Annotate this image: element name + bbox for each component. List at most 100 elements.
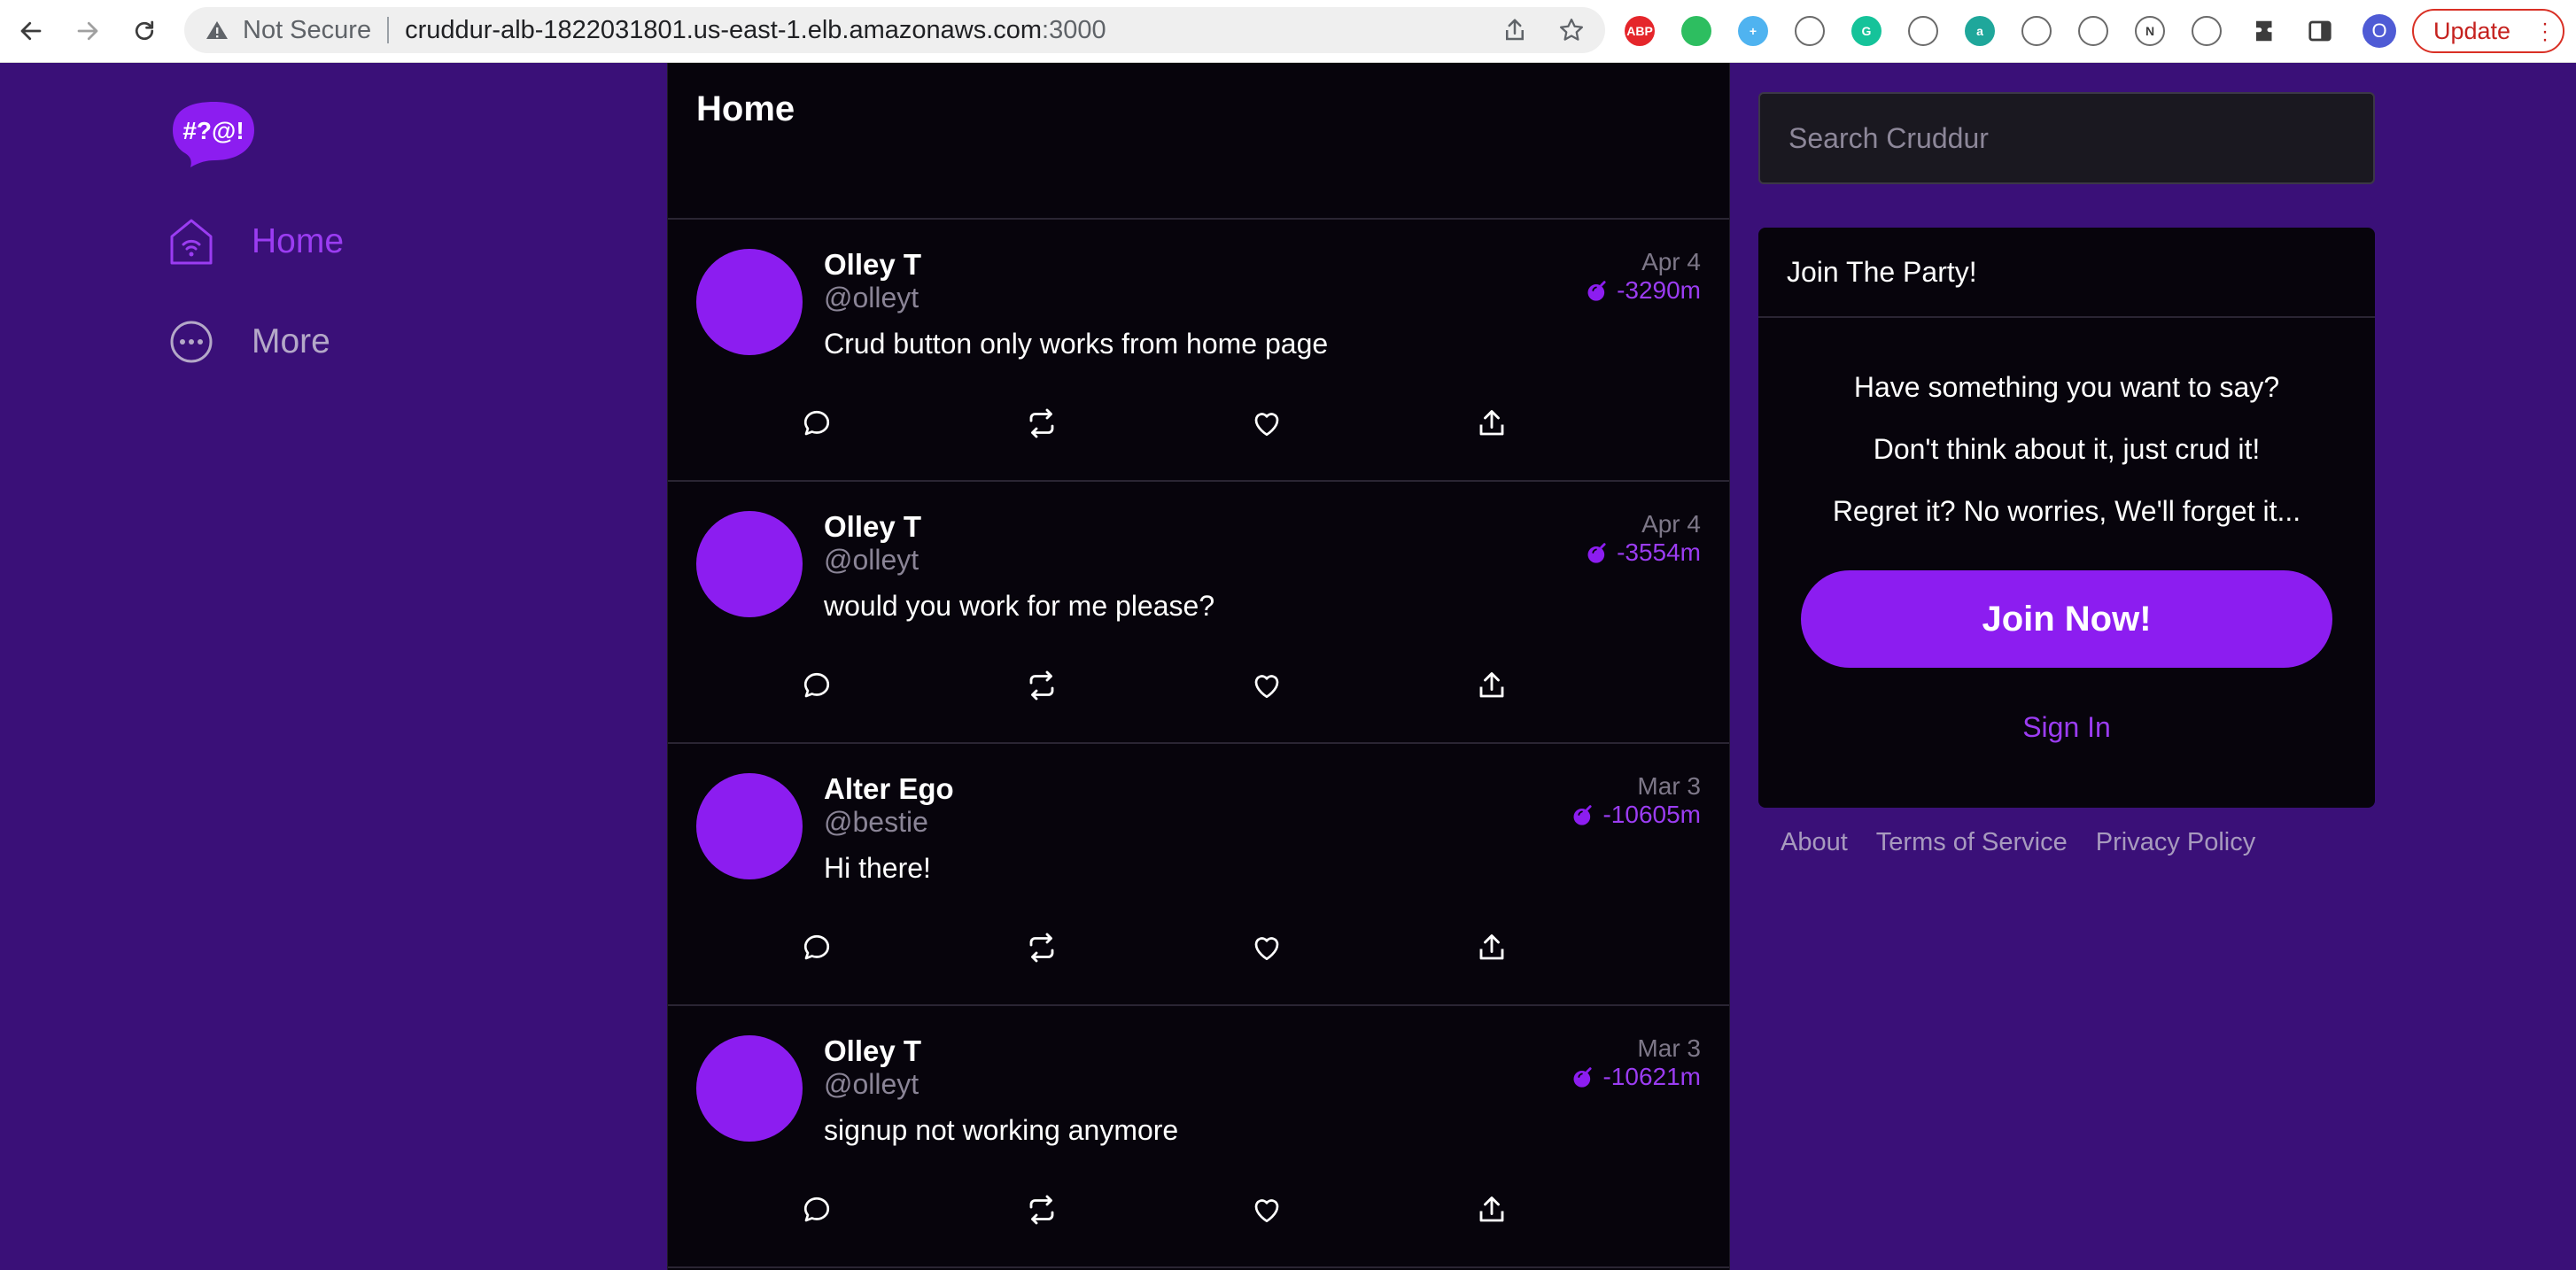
share-button[interactable]	[1474, 930, 1509, 965]
profile-avatar[interactable]: O	[2363, 14, 2396, 48]
share-icon	[1476, 932, 1508, 964]
reply-button[interactable]	[799, 406, 834, 441]
side-panel-icon[interactable]	[2305, 16, 2335, 46]
avatar[interactable]	[696, 249, 803, 355]
notion-icon[interactable]: N	[2135, 16, 2165, 46]
post-author-handle[interactable]: @olleyt	[824, 282, 919, 314]
post-date: Apr 4	[1641, 510, 1701, 538]
like-button[interactable]	[1249, 1192, 1284, 1227]
repost-button[interactable]	[1024, 1192, 1059, 1227]
join-now-button[interactable]: Join Now!	[1801, 570, 2332, 668]
amazon-assistant-icon[interactable]: a	[1965, 16, 1995, 46]
share-button[interactable]	[1474, 1192, 1509, 1227]
privacy-policy-link[interactable]: Privacy Policy	[2096, 828, 2256, 857]
repost-button[interactable]	[1024, 668, 1059, 703]
printer-icon[interactable]	[2021, 16, 2052, 46]
grammarly-icon[interactable]: G	[1851, 16, 1882, 46]
sidebar-item-home[interactable]: Home	[168, 211, 344, 273]
send-icon[interactable]	[2192, 16, 2222, 46]
post-expiry: -10621m	[1571, 1063, 1701, 1091]
post-author-name[interactable]: Alter Ego	[824, 772, 954, 806]
reload-icon	[135, 20, 154, 41]
back-button[interactable]	[12, 12, 50, 50]
join-party-title: Join The Party!	[1758, 228, 2375, 318]
not-secure-label[interactable]: Not Secure	[243, 16, 371, 45]
sign-in-link[interactable]: Sign In	[1758, 711, 2375, 744]
post-author-name[interactable]: Olley T	[824, 248, 921, 282]
post-author-handle[interactable]: @olleyt	[824, 1068, 919, 1101]
footer-links: About Terms of Service Privacy Policy	[1781, 828, 2284, 857]
like-icon	[1251, 670, 1283, 701]
join-party-card: Join The Party! Have something you want …	[1758, 228, 2375, 808]
logo-text: #?@!	[182, 117, 244, 144]
post-author-handle[interactable]: @bestie	[824, 806, 928, 839]
post-item[interactable]: Olley T @olleyt Crud button only works fro…	[668, 220, 1729, 482]
join-party-line: Have something you want to say?	[1853, 371, 2280, 403]
puzzle-extensions-icon[interactable]	[2250, 16, 2280, 46]
cruddur-logo[interactable]: #?@!	[171, 98, 256, 169]
about-link[interactable]: About	[1781, 828, 1848, 857]
arrow-right-icon	[77, 21, 98, 41]
sidebar-item-more[interactable]: More	[168, 311, 330, 373]
post-item[interactable]: Alter Ego @bestie Hi there! Mar 3 -10605m	[668, 744, 1729, 1006]
repost-icon	[1026, 670, 1058, 701]
avatar[interactable]	[696, 1035, 803, 1142]
post-date: Mar 3	[1637, 1034, 1701, 1062]
like-icon	[1251, 407, 1283, 439]
browser-chrome: Not Secure cruddur-alb-1822031801.us-eas…	[0, 0, 2576, 63]
share-icon	[1476, 1194, 1508, 1226]
join-party-line: Don't think about it, just crud it!	[1873, 433, 2261, 465]
evernote-icon[interactable]	[1681, 16, 1711, 46]
sidebar-item-label: More	[252, 322, 330, 360]
adblock-plus-icon[interactable]: ABP	[1625, 16, 1655, 46]
update-button[interactable]: Update · · ·	[2412, 9, 2564, 53]
share-button[interactable]	[1474, 406, 1509, 441]
repost-icon	[1026, 407, 1058, 439]
aperture-icon[interactable]	[2078, 16, 2108, 46]
like-button[interactable]	[1249, 668, 1284, 703]
reply-icon	[801, 670, 833, 701]
like-button[interactable]	[1249, 930, 1284, 965]
terms-of-service-link[interactable]: Terms of Service	[1876, 828, 2068, 857]
like-button[interactable]	[1249, 406, 1284, 441]
avatar[interactable]	[696, 511, 803, 617]
plus-extension-icon[interactable]: +	[1738, 16, 1768, 46]
post-expiry-value: -3554m	[1617, 538, 1701, 566]
forward-button[interactable]	[69, 12, 106, 50]
address-bar[interactable]: Not Secure cruddur-alb-1822031801.us-eas…	[184, 7, 1605, 53]
url-host: cruddur-alb-1822031801.us-east-1.elb.ama…	[405, 15, 1043, 44]
post-list: Olley T @olleyt Crud button only works fro…	[668, 220, 1729, 1268]
like-icon	[1251, 1194, 1283, 1226]
post-message: would you work for me please?	[824, 590, 1215, 622]
post-author-name[interactable]: Olley T	[824, 510, 921, 544]
post-author-name[interactable]: Olley T	[824, 1034, 921, 1068]
reply-icon	[801, 932, 833, 964]
share-button[interactable]	[1474, 668, 1509, 703]
home-icon	[170, 219, 213, 265]
bookmark-star-icon[interactable]	[1557, 16, 1586, 44]
post-expiry-value: -3290m	[1617, 276, 1701, 304]
repost-button[interactable]	[1024, 930, 1059, 965]
update-label: Update	[2433, 17, 2511, 44]
post-expiry: -3554m	[1585, 538, 1701, 567]
home-feed: Home Olley T @olleyt Crud button only work…	[667, 63, 1730, 1270]
sidebar-item-label: Home	[252, 222, 345, 260]
avatar[interactable]	[696, 773, 803, 879]
reply-icon	[801, 407, 833, 439]
search-field[interactable]	[1758, 92, 2375, 184]
reply-button[interactable]	[799, 1192, 834, 1227]
bomb-icon	[1585, 540, 1617, 565]
post-author-handle[interactable]: @olleyt	[824, 544, 919, 577]
post-item[interactable]: Olley T @olleyt signup not working anymore…	[668, 1006, 1729, 1268]
reply-button[interactable]	[799, 930, 834, 965]
reply-button[interactable]	[799, 668, 834, 703]
more-circle-icon	[170, 321, 213, 363]
quill-icon[interactable]	[1908, 16, 1938, 46]
repost-button[interactable]	[1024, 406, 1059, 441]
eraser-icon[interactable]	[1795, 16, 1825, 46]
search-input[interactable]	[1788, 121, 2345, 155]
post-item[interactable]: Olley T @olleyt would you work for me plea…	[668, 482, 1729, 744]
post-message: Hi there!	[824, 852, 931, 884]
share-page-icon[interactable]	[1501, 16, 1529, 44]
reload-button[interactable]	[126, 12, 163, 50]
